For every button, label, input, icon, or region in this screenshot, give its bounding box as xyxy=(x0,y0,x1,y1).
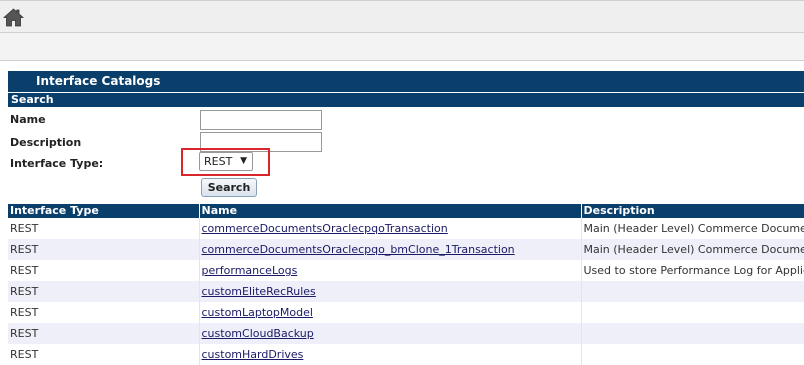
results-table: Interface Type Name Description REST com… xyxy=(8,204,804,365)
name-input[interactable] xyxy=(200,110,322,130)
interface-type-label: Interface Type: xyxy=(10,157,104,170)
row-type: REST xyxy=(10,264,39,277)
dropdown-arrow-icon: ▼ xyxy=(240,156,247,166)
row-type: REST xyxy=(8,281,199,302)
row-description xyxy=(580,344,804,365)
row-name-link[interactable]: customEliteRecRules xyxy=(202,285,316,298)
table-row: REST customLaptopModel xyxy=(8,302,804,323)
row-name-link[interactable]: commerceDocumentsOraclecpqoTransaction xyxy=(202,222,448,235)
interface-type-value: REST xyxy=(204,155,233,168)
row-name-link[interactable]: commerceDocumentsOraclecpqo_bmClone_1Tra… xyxy=(202,243,515,256)
top-toolbar xyxy=(0,0,804,33)
row-type: REST xyxy=(10,348,39,361)
column-header-name[interactable]: Name xyxy=(198,204,581,218)
row-description xyxy=(580,323,804,344)
row-type: REST xyxy=(8,323,199,344)
row-name-link[interactable]: performanceLogs xyxy=(202,264,298,277)
home-icon[interactable] xyxy=(3,8,24,27)
table-row: REST performanceLogs Used to store Perfo… xyxy=(8,260,804,281)
table-header-row: Interface Type Name Description xyxy=(8,204,804,218)
column-header-description[interactable]: Description xyxy=(580,204,804,218)
interface-type-select[interactable]: REST ▼ xyxy=(199,152,253,171)
row-name-link[interactable]: customLaptopModel xyxy=(202,306,313,319)
row-description xyxy=(580,302,804,323)
table-row: REST commerceDocumentsOraclecpqo_bmClone… xyxy=(8,239,804,260)
page-title: Interface Catalogs xyxy=(8,71,804,92)
table-row: REST commerceDocumentsOraclecpqoTransact… xyxy=(8,218,804,239)
row-description: Used to store Performance Log for Applic… xyxy=(580,260,804,281)
name-label: Name xyxy=(10,113,46,126)
row-name-link[interactable]: customHardDrives xyxy=(202,348,304,361)
column-header-interface-type[interactable]: Interface Type xyxy=(8,204,199,218)
table-row: REST customHardDrives xyxy=(8,344,804,365)
search-section-header: Search xyxy=(8,93,804,107)
row-name-link[interactable]: customCloudBackup xyxy=(202,327,314,340)
secondary-toolbar xyxy=(0,33,804,61)
row-description: Main (Header Level) Commerce Document - … xyxy=(580,218,804,239)
row-type: REST xyxy=(8,239,199,260)
table-row: REST customCloudBackup xyxy=(8,323,804,344)
row-description: Main (Header Level) Commerce Document - … xyxy=(580,239,804,260)
row-description xyxy=(580,281,804,302)
description-label: Description xyxy=(10,136,82,149)
row-type: REST xyxy=(10,306,39,319)
search-button[interactable]: Search xyxy=(201,178,257,197)
table-row: REST customEliteRecRules xyxy=(8,281,804,302)
row-type: REST xyxy=(10,222,39,235)
